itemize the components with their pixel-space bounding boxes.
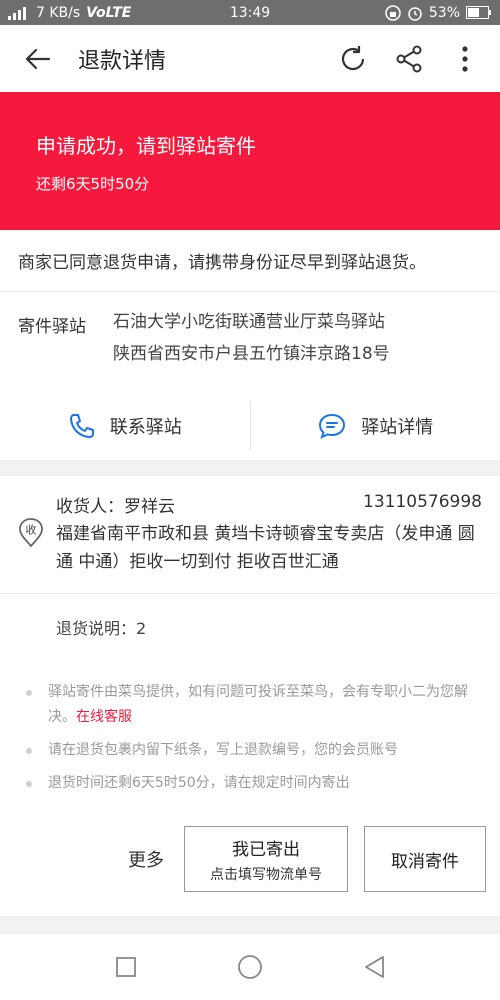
home-icon[interactable] bbox=[237, 954, 263, 980]
bottom-actions: 更多 我已寄出 点击填写物流单号 取消寄件 bbox=[0, 824, 500, 894]
tip-item: 退货时间还剩6天5时50分，请在规定时间内寄出 bbox=[26, 771, 474, 796]
volte-label: VoLTE bbox=[86, 4, 132, 21]
status-right: 53% bbox=[385, 5, 492, 21]
return-note: 退货说明：2 bbox=[56, 619, 147, 638]
contact-station-label: 联系驿站 bbox=[109, 417, 182, 438]
receiver-address: 福建省南平市政和县 黄垱卡诗顿睿宝专卖店（发申通 圆通 中通）拒收一切到付 拒收… bbox=[56, 524, 475, 572]
return-card: 收 收货人：罗祥云 13110576998 福建省南平市政和县 黄垱卡诗顿睿宝专… bbox=[0, 476, 500, 916]
back-button[interactable] bbox=[16, 37, 60, 81]
recent-apps-icon[interactable] bbox=[115, 956, 137, 978]
fill-tracking-label: 点击填写物流单号 bbox=[210, 866, 322, 883]
tips-list: 驿站寄件由菜鸟提供，如有问题可投诉至菜鸟，会有专职小二为您解决。在线客服 请在退… bbox=[0, 660, 500, 796]
header-actions bbox=[336, 42, 482, 76]
bullet-dot bbox=[26, 690, 32, 696]
more-menu-button[interactable] bbox=[448, 42, 482, 76]
signal-icon bbox=[8, 6, 26, 20]
page-title: 退款详情 bbox=[78, 48, 167, 74]
receiver-name: 收货人：罗祥云 bbox=[56, 497, 175, 517]
station-detail-label: 驿站详情 bbox=[361, 417, 434, 438]
banner-countdown: 还剩6天5时50分 bbox=[36, 175, 150, 193]
share-icon bbox=[396, 45, 422, 72]
tip-text: 驿站寄件由菜鸟提供，如有问题可投诉至菜鸟，会有专职小二为您解决。在线客服 bbox=[48, 680, 474, 730]
merchant-notice: 商家已同意退货申请，请携带身份证尽早到驿站退货。 bbox=[0, 230, 500, 292]
refresh-icon bbox=[341, 45, 365, 70]
receiver-phone: 13110576998 bbox=[363, 492, 482, 512]
back-triangle-icon[interactable] bbox=[363, 955, 385, 979]
station-name: 石油大学小吃街联通营业厅菜鸟驿站 bbox=[113, 312, 385, 332]
station-label: 寄件驿站 bbox=[18, 317, 86, 337]
lock-rotation-icon bbox=[385, 4, 401, 21]
station-actions: 联系驿站 驿站详情 bbox=[0, 400, 500, 452]
tip3-text: 退货时间还剩6天5时50分，请在规定时间内寄出 bbox=[48, 775, 350, 791]
receiver-icon-text: 收 bbox=[26, 523, 37, 537]
banner-title: 申请成功，请到驿站寄件 bbox=[36, 134, 256, 158]
station-address: 陕西省西安市户县五竹镇沣京路18号 bbox=[113, 344, 390, 364]
online-service-link[interactable]: 在线客服 bbox=[76, 709, 132, 725]
alarm-icon bbox=[408, 6, 422, 21]
bullet-dot bbox=[26, 781, 32, 787]
refresh-button[interactable] bbox=[336, 42, 370, 76]
station-card: 商家已同意退货申请，请携带身份证尽早到驿站退货。 寄件驿站 石油大学小吃街联通营… bbox=[0, 230, 500, 460]
station-detail-button[interactable]: 驿站详情 bbox=[251, 412, 500, 440]
battery-icon bbox=[466, 6, 491, 19]
more-button[interactable]: 更多 bbox=[128, 846, 164, 872]
contact-station-button[interactable]: 联系驿站 bbox=[0, 412, 250, 440]
station-row: 寄件驿站 石油大学小吃街联通营业厅菜鸟驿站 陕西省西安市户县五竹镇沣京路18号 bbox=[0, 292, 500, 370]
status-banner: 申请成功，请到驿站寄件 还剩6天5时50分 bbox=[0, 92, 500, 230]
receiver-section: 收 收货人：罗祥云 13110576998 福建省南平市政和县 黄垱卡诗顿睿宝专… bbox=[0, 476, 500, 594]
tip-item: 驿站寄件由菜鸟提供，如有问题可投诉至菜鸟，会有专职小二为您解决。在线客服 bbox=[26, 680, 474, 730]
bullet-dot bbox=[26, 748, 32, 754]
more-vertical-icon bbox=[462, 45, 468, 72]
network-speed: 7 KB/s bbox=[36, 4, 81, 21]
message-icon bbox=[319, 413, 346, 439]
back-arrow-icon bbox=[25, 48, 51, 69]
status-bar: 7 KB/s VoLTE 13:49 53% bbox=[0, 0, 500, 25]
tip2-text: 请在退货包裹内留下纸条，写上退款编号，您的会员账号 bbox=[48, 742, 398, 758]
app-header: 退款详情 bbox=[0, 25, 500, 92]
already-sent-button[interactable]: 我已寄出 点击填写物流单号 bbox=[184, 826, 348, 892]
already-sent-title: 我已寄出 bbox=[232, 839, 300, 860]
tip-item: 请在退货包裹内留下纸条，写上退款编号，您的会员账号 bbox=[26, 738, 474, 763]
share-button[interactable] bbox=[392, 42, 426, 76]
status-left: 7 KB/s VoLTE bbox=[8, 5, 131, 21]
cancel-shipping-button[interactable]: 取消寄件 bbox=[364, 826, 486, 892]
phone-icon bbox=[69, 414, 94, 438]
system-nav-bar bbox=[0, 934, 500, 1000]
battery-percent: 53% bbox=[428, 4, 460, 21]
station-info: 石油大学小吃街联通营业厅菜鸟驿站 陕西省西安市户县五竹镇沣京路18号 bbox=[113, 306, 390, 370]
receiver-location-icon: 收 bbox=[18, 518, 44, 552]
